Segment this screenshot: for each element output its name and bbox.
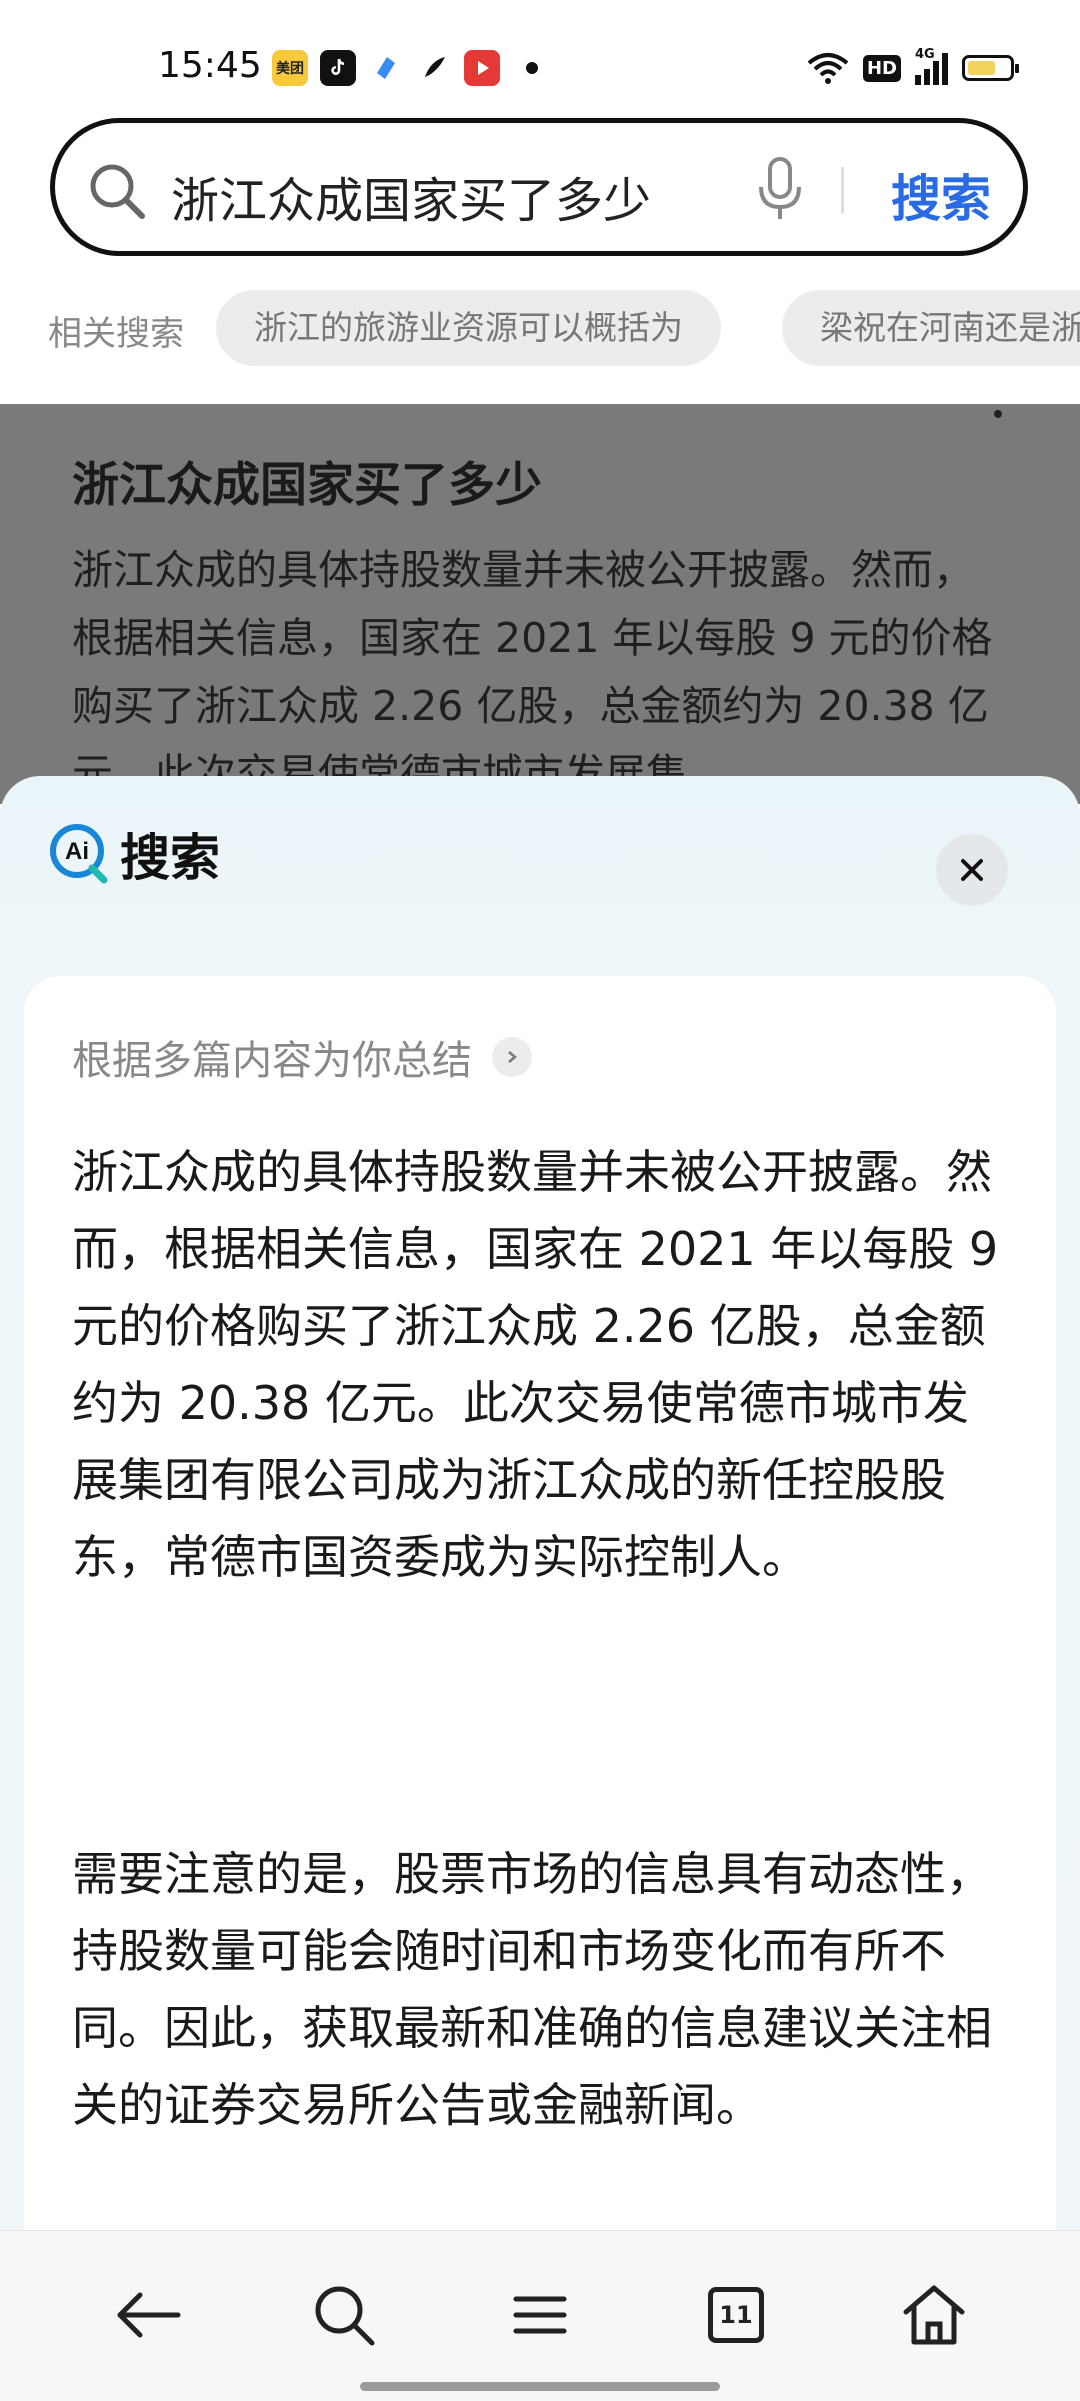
status-time: 15:45 [158,45,262,86]
ai-search-sheet: Ai 搜索 根据多篇内容为你总结 浙江众成的具体持股数量并未被公开披露。然而，根… [0,776,1080,2230]
ai-summary-card: 根据多篇内容为你总结 浙江众成的具体持股数量并未被公开披露。然而，根据相关信息，… [24,976,1056,2230]
hd-label: HD [866,57,897,79]
tiktok-icon [320,50,356,86]
background-result-body: 浙江众成的具体持股数量并未被公开披露。然而，根据相关信息，国家在 2021 年以… [72,546,993,798]
more-notifications-dot [526,62,538,74]
wifi-icon [807,53,849,84]
summary-paragraph-2: 需要注意的是，股票市场的信息具有动态性，持股数量可能会随时间和市场变化而有所不同… [72,1847,992,2132]
chevron-right-icon [492,1037,532,1077]
search-divider [841,167,844,213]
app-icon [368,50,404,86]
meituan-icon: 美团 [272,50,308,86]
battery-icon [962,55,1019,81]
back-button[interactable] [108,2275,188,2355]
search-icon [90,164,145,219]
status-bar: 15:45 美团 HD 4G [0,0,1080,110]
network-label: 4G [915,47,935,62]
hd-icon: HD [862,54,901,82]
close-button[interactable] [936,834,1008,906]
menu-icon [513,2296,567,2334]
more-dot [994,410,1002,418]
back-icon [117,2292,181,2338]
microphone-icon[interactable] [755,155,805,225]
related-searches-label: 相关搜索 [48,314,184,354]
video-app-icon [464,50,500,86]
tabs-icon: 11 [708,2287,764,2343]
background-result-card: 浙江众成国家买了多少 浙江众成的具体持股数量并未被公开披露。然而，根据相关信息，… [0,404,1080,804]
summary-label: 根据多篇内容为你总结 [72,1038,472,1084]
tabs-button[interactable]: 11 [696,2275,776,2355]
tab-count: 11 [719,2301,753,2329]
search-nav-button[interactable] [304,2275,384,2355]
search-bar[interactable]: 浙江众成国家买了多少 搜索 [50,118,1028,256]
home-button[interactable] [894,2275,974,2355]
search-input[interactable]: 浙江众成国家买了多少 [171,161,651,231]
meituan-label: 美团 [276,61,304,77]
bottom-navigation: 11 [0,2230,1080,2401]
notification-icons: 美团 [272,48,538,88]
ai-logo-icon: Ai [50,824,108,884]
4g-signal-icon: 4G [915,47,948,85]
home-indicator[interactable] [360,2382,720,2391]
close-icon [961,859,983,881]
home-icon [903,2285,965,2345]
summary-paragraph-1: 浙江众成的具体持股数量并未被公开披露。然而，根据相关信息，国家在 2021 年以… [72,1145,999,1584]
ai-logo-text: Ai [65,838,89,865]
search-button[interactable]: 搜索 [891,159,991,231]
related-chip[interactable]: 梁祝在河南还是浙 [782,290,1080,366]
ai-sheet-title: 搜索 [120,829,220,887]
search-icon [315,2286,375,2346]
system-icons: HD 4G [807,47,1019,88]
feather-app-icon [416,50,452,86]
related-chip[interactable]: 浙江的旅游业资源可以概括为 [216,290,721,366]
menu-button[interactable] [500,2275,580,2355]
summary-source-link[interactable]: 根据多篇内容为你总结 [72,1028,532,1086]
related-searches: 相关搜索 浙江的旅游业资源可以概括为 梁祝在河南还是浙 [0,286,1080,372]
background-result-title: 浙江众成国家买了多少 [72,458,542,513]
